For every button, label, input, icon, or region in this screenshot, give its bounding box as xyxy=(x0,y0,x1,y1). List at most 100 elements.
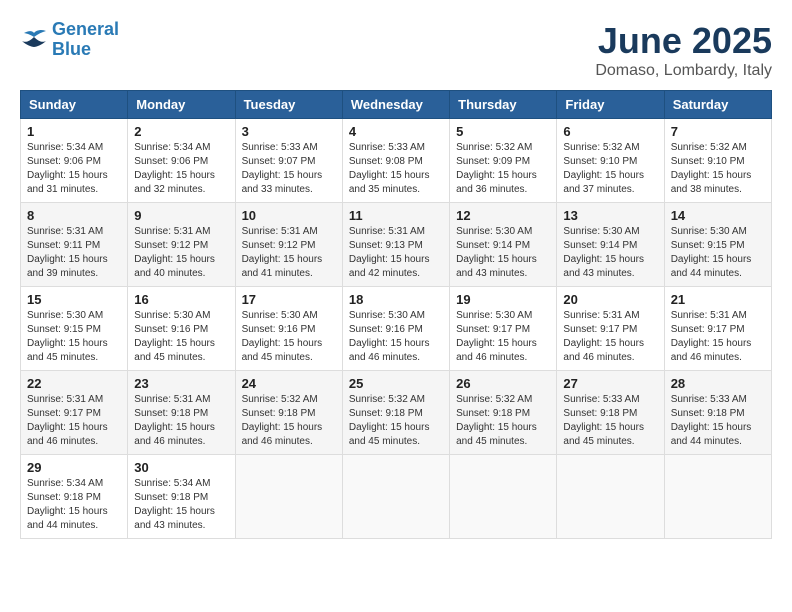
day-info: Sunrise: 5:31 AM Sunset: 9:12 PM Dayligh… xyxy=(134,225,228,281)
day-info: Sunrise: 5:32 AM Sunset: 9:18 PM Dayligh… xyxy=(349,393,443,449)
calendar-cell: 23 Sunrise: 5:31 AM Sunset: 9:18 PM Dayl… xyxy=(128,371,235,455)
sunrise-label: Sunrise: 5:30 AM xyxy=(134,310,210,321)
calendar-cell: 14 Sunrise: 5:30 AM Sunset: 9:15 PM Dayl… xyxy=(664,203,771,287)
daylight-label: Daylight: 15 hours and 44 minutes. xyxy=(671,254,752,279)
sunset-label: Sunset: 9:09 PM xyxy=(456,156,530,167)
sunset-label: Sunset: 9:11 PM xyxy=(27,240,100,251)
column-header-friday: Friday xyxy=(557,91,664,119)
sunset-label: Sunset: 9:06 PM xyxy=(134,156,208,167)
day-info: Sunrise: 5:32 AM Sunset: 9:10 PM Dayligh… xyxy=(671,141,765,197)
calendar-cell xyxy=(450,455,557,539)
calendar-cell: 10 Sunrise: 5:31 AM Sunset: 9:12 PM Dayl… xyxy=(235,203,342,287)
calendar-cell: 8 Sunrise: 5:31 AM Sunset: 9:11 PM Dayli… xyxy=(21,203,128,287)
sunset-label: Sunset: 9:18 PM xyxy=(134,492,208,503)
sunrise-label: Sunrise: 5:31 AM xyxy=(242,226,318,237)
day-number: 24 xyxy=(242,376,336,391)
calendar-cell xyxy=(235,455,342,539)
sunset-label: Sunset: 9:08 PM xyxy=(349,156,423,167)
calendar-header-row: SundayMondayTuesdayWednesdayThursdayFrid… xyxy=(21,91,772,119)
day-info: Sunrise: 5:31 AM Sunset: 9:17 PM Dayligh… xyxy=(563,309,657,365)
day-number: 13 xyxy=(563,208,657,223)
sunset-label: Sunset: 9:18 PM xyxy=(671,408,745,419)
sunrise-label: Sunrise: 5:32 AM xyxy=(242,394,318,405)
daylight-label: Daylight: 15 hours and 46 minutes. xyxy=(349,338,430,363)
day-number: 9 xyxy=(134,208,228,223)
calendar-cell: 17 Sunrise: 5:30 AM Sunset: 9:16 PM Dayl… xyxy=(235,287,342,371)
calendar-cell: 20 Sunrise: 5:31 AM Sunset: 9:17 PM Dayl… xyxy=(557,287,664,371)
month-title: June 2025 xyxy=(595,20,772,62)
sunset-label: Sunset: 9:15 PM xyxy=(671,240,745,251)
calendar-week-1: 1 Sunrise: 5:34 AM Sunset: 9:06 PM Dayli… xyxy=(21,119,772,203)
calendar-cell: 28 Sunrise: 5:33 AM Sunset: 9:18 PM Dayl… xyxy=(664,371,771,455)
column-header-thursday: Thursday xyxy=(450,91,557,119)
day-info: Sunrise: 5:31 AM Sunset: 9:17 PM Dayligh… xyxy=(671,309,765,365)
calendar-cell xyxy=(342,455,449,539)
sunset-label: Sunset: 9:17 PM xyxy=(563,324,637,335)
sunrise-label: Sunrise: 5:33 AM xyxy=(242,142,318,153)
daylight-label: Daylight: 15 hours and 39 minutes. xyxy=(27,254,108,279)
column-header-saturday: Saturday xyxy=(664,91,771,119)
sunset-label: Sunset: 9:17 PM xyxy=(671,324,745,335)
column-header-wednesday: Wednesday xyxy=(342,91,449,119)
calendar-cell: 4 Sunrise: 5:33 AM Sunset: 9:08 PM Dayli… xyxy=(342,119,449,203)
calendar-cell: 24 Sunrise: 5:32 AM Sunset: 9:18 PM Dayl… xyxy=(235,371,342,455)
sunset-label: Sunset: 9:18 PM xyxy=(134,408,208,419)
day-number: 2 xyxy=(134,124,228,139)
sunrise-label: Sunrise: 5:31 AM xyxy=(134,394,210,405)
daylight-label: Daylight: 15 hours and 41 minutes. xyxy=(242,254,323,279)
daylight-label: Daylight: 15 hours and 45 minutes. xyxy=(242,338,323,363)
day-number: 26 xyxy=(456,376,550,391)
sunrise-label: Sunrise: 5:33 AM xyxy=(349,142,425,153)
calendar-cell: 21 Sunrise: 5:31 AM Sunset: 9:17 PM Dayl… xyxy=(664,287,771,371)
day-number: 27 xyxy=(563,376,657,391)
sunrise-label: Sunrise: 5:34 AM xyxy=(27,478,103,489)
day-number: 4 xyxy=(349,124,443,139)
day-info: Sunrise: 5:30 AM Sunset: 9:14 PM Dayligh… xyxy=(563,225,657,281)
daylight-label: Daylight: 15 hours and 31 minutes. xyxy=(27,170,108,195)
calendar-cell: 7 Sunrise: 5:32 AM Sunset: 9:10 PM Dayli… xyxy=(664,119,771,203)
sunset-label: Sunset: 9:17 PM xyxy=(456,324,530,335)
logo-text: General Blue xyxy=(52,20,119,60)
calendar-cell: 9 Sunrise: 5:31 AM Sunset: 9:12 PM Dayli… xyxy=(128,203,235,287)
daylight-label: Daylight: 15 hours and 43 minutes. xyxy=(456,254,537,279)
day-info: Sunrise: 5:34 AM Sunset: 9:06 PM Dayligh… xyxy=(27,141,121,197)
sunrise-label: Sunrise: 5:32 AM xyxy=(456,142,532,153)
calendar-cell: 30 Sunrise: 5:34 AM Sunset: 9:18 PM Dayl… xyxy=(128,455,235,539)
day-info: Sunrise: 5:31 AM Sunset: 9:13 PM Dayligh… xyxy=(349,225,443,281)
day-info: Sunrise: 5:34 AM Sunset: 9:18 PM Dayligh… xyxy=(27,477,121,533)
sunset-label: Sunset: 9:18 PM xyxy=(563,408,637,419)
day-info: Sunrise: 5:32 AM Sunset: 9:18 PM Dayligh… xyxy=(456,393,550,449)
day-info: Sunrise: 5:31 AM Sunset: 9:11 PM Dayligh… xyxy=(27,225,121,281)
sunrise-label: Sunrise: 5:30 AM xyxy=(671,226,747,237)
calendar-cell: 19 Sunrise: 5:30 AM Sunset: 9:17 PM Dayl… xyxy=(450,287,557,371)
day-number: 23 xyxy=(134,376,228,391)
sunrise-label: Sunrise: 5:31 AM xyxy=(671,310,747,321)
sunrise-label: Sunrise: 5:30 AM xyxy=(563,226,639,237)
day-info: Sunrise: 5:30 AM Sunset: 9:15 PM Dayligh… xyxy=(671,225,765,281)
day-number: 7 xyxy=(671,124,765,139)
calendar-cell: 13 Sunrise: 5:30 AM Sunset: 9:14 PM Dayl… xyxy=(557,203,664,287)
day-number: 11 xyxy=(349,208,443,223)
sunrise-label: Sunrise: 5:31 AM xyxy=(27,394,103,405)
calendar-week-2: 8 Sunrise: 5:31 AM Sunset: 9:11 PM Dayli… xyxy=(21,203,772,287)
daylight-label: Daylight: 15 hours and 45 minutes. xyxy=(27,338,108,363)
calendar-cell: 29 Sunrise: 5:34 AM Sunset: 9:18 PM Dayl… xyxy=(21,455,128,539)
day-info: Sunrise: 5:33 AM Sunset: 9:07 PM Dayligh… xyxy=(242,141,336,197)
daylight-label: Daylight: 15 hours and 46 minutes. xyxy=(671,338,752,363)
title-section: June 2025 Domaso, Lombardy, Italy xyxy=(595,20,772,80)
daylight-label: Daylight: 15 hours and 46 minutes. xyxy=(563,338,644,363)
sunset-label: Sunset: 9:07 PM xyxy=(242,156,316,167)
sunset-label: Sunset: 9:06 PM xyxy=(27,156,101,167)
sunrise-label: Sunrise: 5:32 AM xyxy=(563,142,639,153)
day-info: Sunrise: 5:30 AM Sunset: 9:16 PM Dayligh… xyxy=(349,309,443,365)
day-info: Sunrise: 5:33 AM Sunset: 9:18 PM Dayligh… xyxy=(563,393,657,449)
calendar-week-5: 29 Sunrise: 5:34 AM Sunset: 9:18 PM Dayl… xyxy=(21,455,772,539)
sunset-label: Sunset: 9:16 PM xyxy=(349,324,423,335)
logo: General Blue xyxy=(20,20,119,60)
calendar-cell: 26 Sunrise: 5:32 AM Sunset: 9:18 PM Dayl… xyxy=(450,371,557,455)
daylight-label: Daylight: 15 hours and 45 minutes. xyxy=(349,422,430,447)
daylight-label: Daylight: 15 hours and 46 minutes. xyxy=(456,338,537,363)
sunset-label: Sunset: 9:18 PM xyxy=(242,408,316,419)
daylight-label: Daylight: 15 hours and 46 minutes. xyxy=(27,422,108,447)
day-number: 18 xyxy=(349,292,443,307)
